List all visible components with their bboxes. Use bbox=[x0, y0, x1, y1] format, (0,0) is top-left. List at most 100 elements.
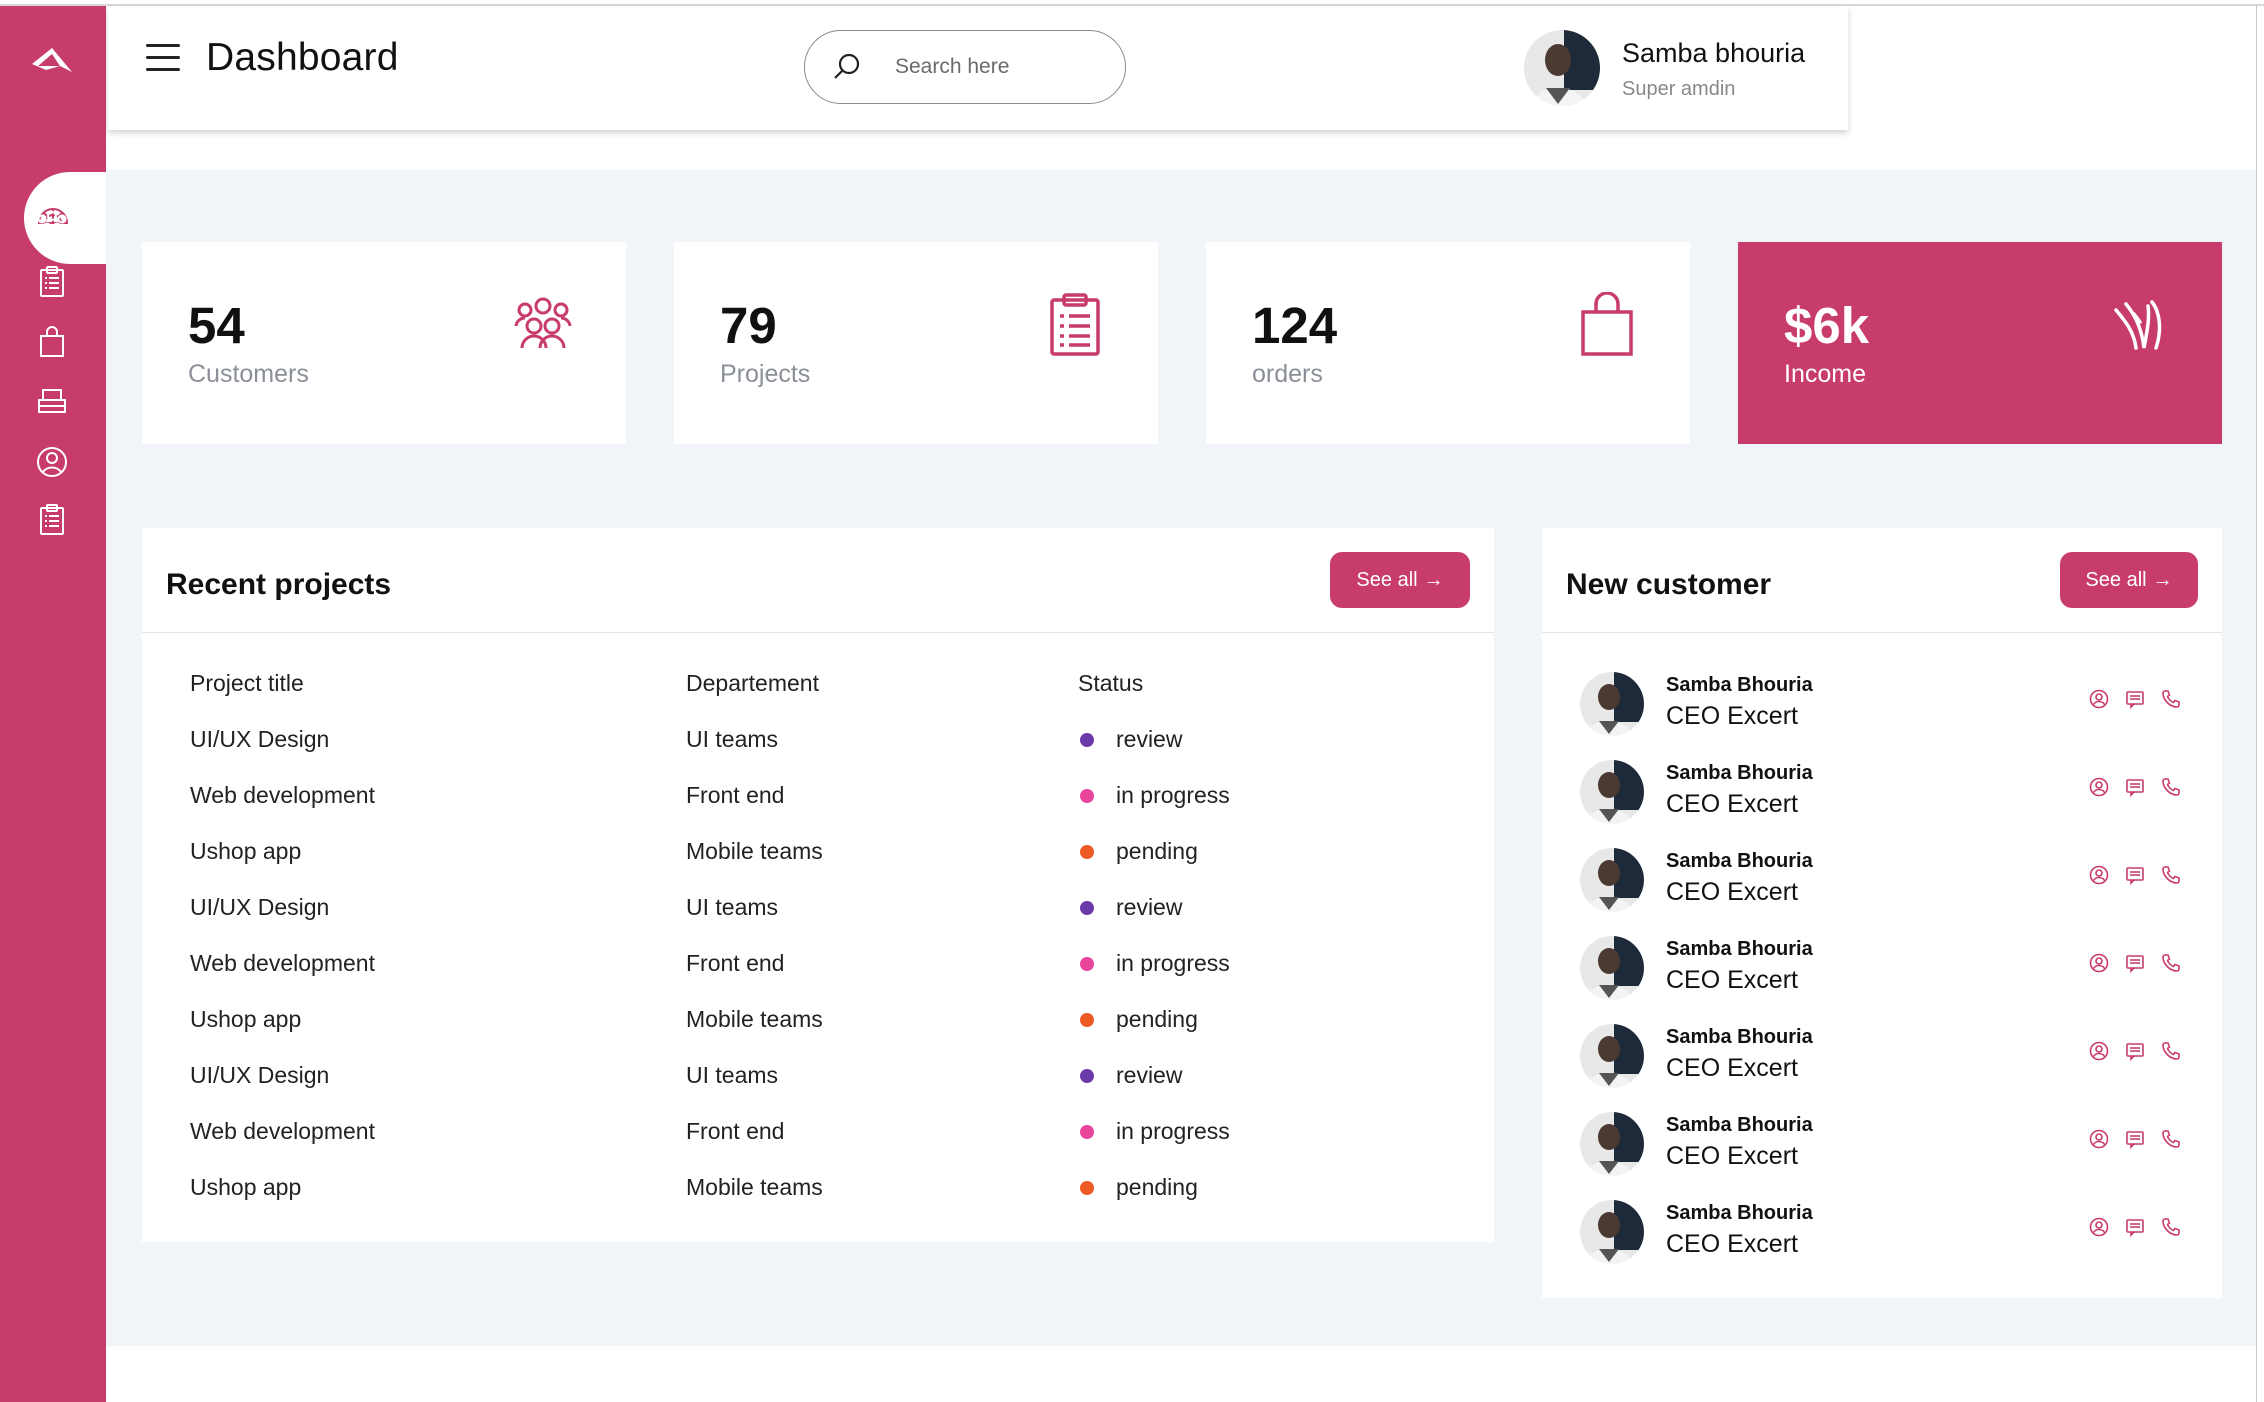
profile-icon[interactable] bbox=[2088, 1128, 2110, 1150]
profile-icon[interactable] bbox=[2088, 688, 2110, 710]
projects-icon bbox=[35, 265, 69, 304]
logo-icon[interactable] bbox=[30, 46, 74, 76]
list-item[interactable]: Samba Bhouria CEO Excert bbox=[1542, 1024, 2222, 1112]
project-department: Front end bbox=[686, 950, 785, 976]
profile-icon[interactable] bbox=[2088, 1216, 2110, 1238]
arrow-right-icon: → bbox=[1423, 568, 1444, 591]
customer-title: CEO Excert bbox=[1666, 878, 1798, 906]
status-badge: review bbox=[1116, 1062, 1183, 1088]
customer-title: CEO Excert bbox=[1666, 790, 1798, 818]
income-icon bbox=[2106, 292, 2172, 358]
project-title: UI/UX Design bbox=[190, 1062, 330, 1088]
phone-icon[interactable] bbox=[2160, 952, 2182, 974]
shopping-bag-icon bbox=[1574, 291, 1640, 358]
message-icon[interactable] bbox=[2124, 1040, 2146, 1062]
sidebar-item-orders[interactable] bbox=[30, 322, 74, 366]
stat-value: 124 bbox=[1252, 297, 1338, 354]
phone-icon[interactable] bbox=[2160, 1128, 2182, 1150]
message-icon[interactable] bbox=[2124, 688, 2146, 710]
table-row[interactable]: Ushop app Mobile teams pending bbox=[142, 838, 1494, 894]
status-dot bbox=[1080, 845, 1094, 859]
phone-icon[interactable] bbox=[2160, 688, 2182, 710]
customer-name: Samba Bhouria bbox=[1666, 1114, 1813, 1136]
list-item[interactable]: Samba Bhouria CEO Excert bbox=[1542, 760, 2222, 848]
sidebar-item-inventory[interactable] bbox=[30, 382, 74, 426]
status-dot bbox=[1080, 1125, 1094, 1139]
project-department: Front end bbox=[686, 782, 785, 808]
menu-icon[interactable] bbox=[146, 44, 180, 72]
customers-icon bbox=[35, 207, 69, 246]
list-item[interactable]: Samba Bhouria CEO Excert bbox=[1542, 1200, 2222, 1288]
table-row[interactable]: Web development Front end in progress bbox=[142, 950, 1494, 1006]
profile-icon[interactable] bbox=[2088, 776, 2110, 798]
stat-card-income[interactable]: $6k Income bbox=[1738, 242, 2222, 444]
message-icon[interactable] bbox=[2124, 864, 2146, 886]
list-item[interactable]: Samba Bhouria CEO Excert bbox=[1542, 936, 2222, 1024]
sidebar-item-projects[interactable] bbox=[30, 262, 74, 306]
project-title: Ushop app bbox=[190, 838, 302, 864]
column-header: Project title bbox=[190, 670, 304, 696]
top-header: Dashboard Samba bhouria Super amdin bbox=[108, 6, 1848, 130]
phone-icon[interactable] bbox=[2160, 1040, 2182, 1062]
table-row[interactable]: UI/UX Design UI teams review bbox=[142, 726, 1494, 782]
table-row[interactable]: UI/UX Design UI teams review bbox=[142, 1062, 1494, 1118]
status-dot bbox=[1080, 789, 1094, 803]
customer-name: Samba Bhouria bbox=[1666, 850, 1813, 872]
scrollbar-track[interactable] bbox=[2256, 6, 2264, 1402]
stat-card-customers[interactable]: 54 Customers bbox=[142, 242, 626, 444]
project-department: UI teams bbox=[686, 894, 779, 920]
sidebar-item-customers[interactable] bbox=[30, 204, 74, 248]
status-badge: review bbox=[1116, 894, 1183, 920]
customers-icon bbox=[510, 292, 576, 358]
customer-title: CEO Excert bbox=[1666, 966, 1798, 994]
phone-icon[interactable] bbox=[2160, 864, 2182, 886]
see-all-customers-button[interactable]: See all → bbox=[2060, 552, 2198, 608]
project-title: Ushop app bbox=[190, 1174, 302, 1200]
message-icon[interactable] bbox=[2124, 952, 2146, 974]
customer-actions bbox=[2088, 776, 2182, 798]
message-icon[interactable] bbox=[2124, 1128, 2146, 1150]
phone-icon[interactable] bbox=[2160, 1216, 2182, 1238]
search-input[interactable] bbox=[895, 55, 1115, 79]
stat-card-projects[interactable]: 79 Projects bbox=[674, 242, 1158, 444]
sidebar-item-tasks[interactable] bbox=[30, 500, 74, 544]
project-department: Mobile teams bbox=[686, 1006, 823, 1032]
stat-value: 54 bbox=[188, 297, 245, 354]
search-bar[interactable] bbox=[804, 30, 1126, 104]
list-item[interactable]: Samba Bhouria CEO Excert bbox=[1542, 672, 2222, 760]
project-title: Web development bbox=[190, 1118, 375, 1144]
avatar[interactable] bbox=[1524, 30, 1600, 106]
sidebar-item-account[interactable] bbox=[30, 442, 74, 486]
table-row[interactable]: Web development Front end in progress bbox=[142, 1118, 1494, 1174]
project-department: UI teams bbox=[686, 726, 779, 752]
profile-icon[interactable] bbox=[2088, 864, 2110, 886]
customer-title: CEO Excert bbox=[1666, 1230, 1798, 1258]
see-all-label: See all bbox=[1356, 568, 1418, 591]
profile-icon[interactable] bbox=[2088, 1040, 2110, 1062]
project-title: Web development bbox=[190, 782, 375, 808]
tasks-icon bbox=[35, 503, 69, 542]
stat-label: Customers bbox=[188, 360, 309, 388]
avatar bbox=[1580, 1200, 1644, 1264]
message-icon[interactable] bbox=[2124, 1216, 2146, 1238]
customer-title: CEO Excert bbox=[1666, 1142, 1798, 1170]
table-row[interactable]: Ushop app Mobile teams pending bbox=[142, 1174, 1494, 1230]
table-row[interactable]: Ushop app Mobile teams pending bbox=[142, 1006, 1494, 1062]
message-icon[interactable] bbox=[2124, 776, 2146, 798]
list-item[interactable]: Samba Bhouria CEO Excert bbox=[1542, 1112, 2222, 1200]
table-row[interactable]: UI/UX Design UI teams review bbox=[142, 894, 1494, 950]
customer-actions bbox=[2088, 1216, 2182, 1238]
clipboard-icon bbox=[1042, 292, 1108, 358]
customer-actions bbox=[2088, 952, 2182, 974]
phone-icon[interactable] bbox=[2160, 776, 2182, 798]
stat-card-orders[interactable]: 124 orders bbox=[1206, 242, 1690, 444]
recent-projects-panel: Recent projects See all → Project title … bbox=[142, 528, 1494, 1242]
see-all-projects-button[interactable]: See all → bbox=[1330, 552, 1470, 608]
table-row[interactable]: Web development Front end in progress bbox=[142, 782, 1494, 838]
customer-name: Samba Bhouria bbox=[1666, 1202, 1813, 1224]
list-item[interactable]: Samba Bhouria CEO Excert bbox=[1542, 848, 2222, 936]
customer-actions bbox=[2088, 1040, 2182, 1062]
profile-icon[interactable] bbox=[2088, 952, 2110, 974]
customer-name: Samba Bhouria bbox=[1666, 762, 1813, 784]
inventory-icon bbox=[35, 385, 69, 424]
